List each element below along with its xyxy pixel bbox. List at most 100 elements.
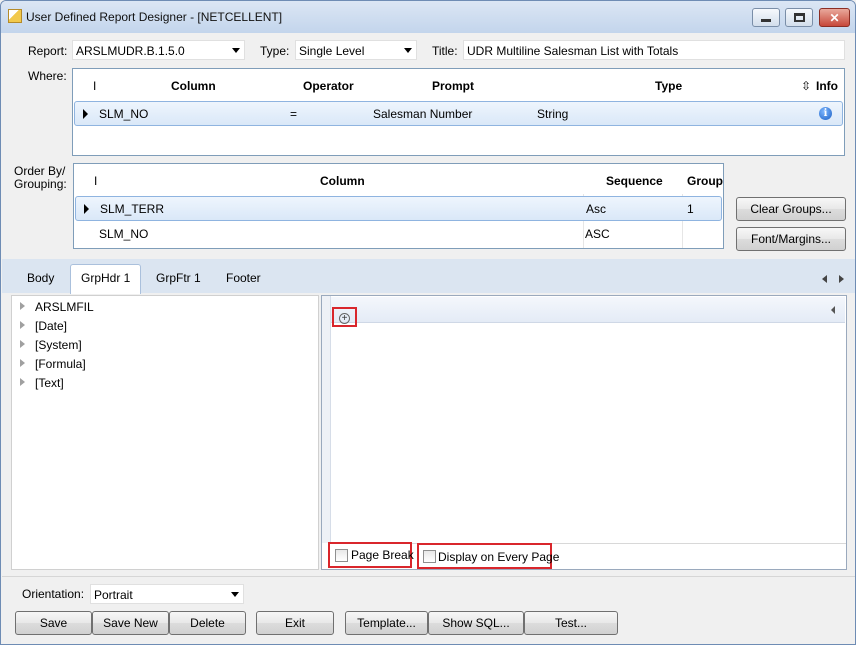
where-col-indicator[interactable]: I	[93, 79, 96, 93]
tab-footer[interactable]: Footer	[226, 271, 261, 285]
table-row[interactable]: SLM_NO = Salesman Number String i	[74, 101, 843, 126]
expand-icon[interactable]	[20, 378, 25, 386]
orderby-col-indicator[interactable]: I	[94, 174, 97, 188]
where-cell-prompt[interactable]: Salesman Number	[373, 107, 472, 121]
page-break-highlight: Page Break	[328, 542, 414, 568]
title-input-value: UDR Multiline Salesman List with Totals	[467, 44, 679, 58]
orderby-cell-sequence[interactable]: ASC	[585, 227, 610, 241]
orderby-grid-header: I Column Sequence Group	[74, 164, 723, 194]
display-every-page-label[interactable]: Display on Every Page	[438, 550, 559, 564]
tab-grpftr-1[interactable]: GrpFtr 1	[156, 271, 201, 285]
tree-item-label: [Formula]	[35, 357, 86, 371]
type-select[interactable]: Single Level	[295, 40, 417, 60]
minimize-icon	[761, 19, 771, 22]
vertical-ruler	[322, 296, 331, 543]
app-icon	[8, 9, 22, 23]
where-col-prompt[interactable]: Prompt	[432, 79, 474, 93]
sort-icon: ⇳	[801, 79, 812, 93]
info-icon[interactable]: i	[819, 107, 832, 120]
minimize-button[interactable]	[752, 8, 780, 27]
table-row[interactable]: SLM_NO ASC	[75, 222, 722, 247]
where-col-info[interactable]: Info	[816, 79, 838, 93]
orderby-col-column[interactable]: Column	[320, 174, 365, 188]
tree-item-label: [System]	[35, 338, 82, 352]
tab-scroll-left-icon[interactable]	[822, 275, 827, 283]
where-cell-column[interactable]: SLM_NO	[99, 107, 148, 121]
where-col-operator[interactable]: Operator	[303, 79, 354, 93]
where-col-column[interactable]: Column	[171, 79, 216, 93]
move-handle-highlight: +	[332, 307, 357, 327]
tree-item[interactable]: [Formula]	[20, 357, 86, 371]
row-selector-icon	[83, 109, 88, 119]
report-select-value: ARSLMUDR.B.1.5.0	[76, 44, 185, 58]
expand-icon[interactable]	[20, 321, 25, 329]
display-every-page-checkbox[interactable]	[423, 550, 436, 563]
section-header-strip	[331, 297, 845, 323]
expand-icon[interactable]	[20, 359, 25, 367]
title-bar[interactable]: User Defined Report Designer - [NETCELLE…	[1, 1, 855, 33]
divider	[2, 576, 855, 577]
design-canvas	[321, 295, 847, 570]
where-cell-type[interactable]: String	[537, 107, 568, 121]
chevron-down-icon	[404, 48, 412, 53]
show-sql-button[interactable]: Show SQL...	[428, 611, 524, 635]
close-icon: ✕	[829, 10, 840, 25]
where-cell-operator[interactable]: =	[290, 107, 297, 121]
report-select[interactable]: ARSLMUDR.B.1.5.0	[72, 40, 245, 60]
exit-button[interactable]: Exit	[256, 611, 334, 635]
tab-scroll-right-icon[interactable]	[839, 275, 844, 283]
tree-item-label: [Date]	[35, 319, 68, 333]
field-tree: ARSLMFIL [Date] [System] [Formula] [Text…	[11, 295, 319, 570]
expand-icon[interactable]	[20, 340, 25, 348]
where-grid: I Column Operator Prompt Type ⇳ Info SLM…	[72, 68, 845, 156]
orientation-select[interactable]: Portrait	[90, 584, 244, 604]
orderby-cell-column[interactable]: SLM_TERR	[100, 202, 164, 216]
orderby-cell-group[interactable]: 1	[687, 202, 694, 216]
orderby-cell-column[interactable]: SLM_NO	[99, 227, 148, 241]
test-button[interactable]: Test...	[524, 611, 618, 635]
orientation-select-value: Portrait	[94, 588, 133, 602]
where-label: Where:	[28, 69, 67, 83]
orderby-cell-sequence[interactable]: Asc	[586, 202, 606, 216]
collapse-left-icon[interactable]	[831, 306, 835, 314]
expand-icon[interactable]	[20, 302, 25, 310]
row-selector-icon	[84, 204, 89, 214]
orderby-label-line1: Order By/	[14, 164, 66, 178]
table-row[interactable]: SLM_TERR Asc 1	[75, 196, 722, 221]
move-icon[interactable]: +	[339, 313, 350, 324]
orderby-grid: I Column Sequence Group SLM_TERR Asc 1 S…	[73, 163, 724, 249]
orderby-col-group[interactable]: Group	[687, 174, 723, 188]
tree-item[interactable]: [Text]	[20, 376, 64, 390]
clear-groups-button[interactable]: Clear Groups...	[736, 197, 846, 221]
where-grid-header: I Column Operator Prompt Type ⇳ Info	[73, 69, 844, 99]
orderby-label-line2: Grouping:	[14, 177, 67, 191]
window-title: User Defined Report Designer - [NETCELLE…	[26, 10, 283, 24]
tree-item-label: [Text]	[35, 376, 64, 390]
tab-grphdr-1[interactable]: GrpHdr 1	[70, 264, 142, 294]
title-label: Title:	[432, 44, 458, 58]
page-break-label[interactable]: Page Break	[351, 548, 414, 562]
chevron-down-icon	[232, 48, 240, 53]
orientation-label: Orientation:	[22, 587, 85, 601]
font-margins-button[interactable]: Font/Margins...	[736, 227, 846, 251]
tab-body[interactable]: Body	[27, 271, 54, 285]
type-label: Type:	[260, 44, 290, 58]
display-every-page-highlight: Display on Every Page	[417, 543, 559, 569]
close-button[interactable]: ✕	[819, 8, 850, 27]
where-col-type[interactable]: Type	[655, 79, 682, 93]
tree-item[interactable]: [System]	[20, 338, 82, 352]
tree-item-label: ARSLMFIL	[35, 300, 94, 314]
maximize-button[interactable]	[785, 8, 813, 27]
delete-button[interactable]: Delete	[169, 611, 246, 635]
tree-item[interactable]: [Date]	[20, 319, 67, 333]
page-break-checkbox[interactable]	[335, 549, 348, 562]
template-button[interactable]: Template...	[345, 611, 428, 635]
report-designer-window: User Defined Report Designer - [NETCELLE…	[0, 0, 856, 645]
orderby-col-sequence[interactable]: Sequence	[606, 174, 663, 188]
report-label: Report:	[28, 44, 68, 58]
title-input[interactable]: UDR Multiline Salesman List with Totals	[463, 40, 845, 60]
save-button[interactable]: Save	[15, 611, 92, 635]
save-new-button[interactable]: Save New	[92, 611, 169, 635]
type-select-value: Single Level	[299, 44, 365, 58]
tree-item[interactable]: ARSLMFIL	[20, 300, 94, 314]
